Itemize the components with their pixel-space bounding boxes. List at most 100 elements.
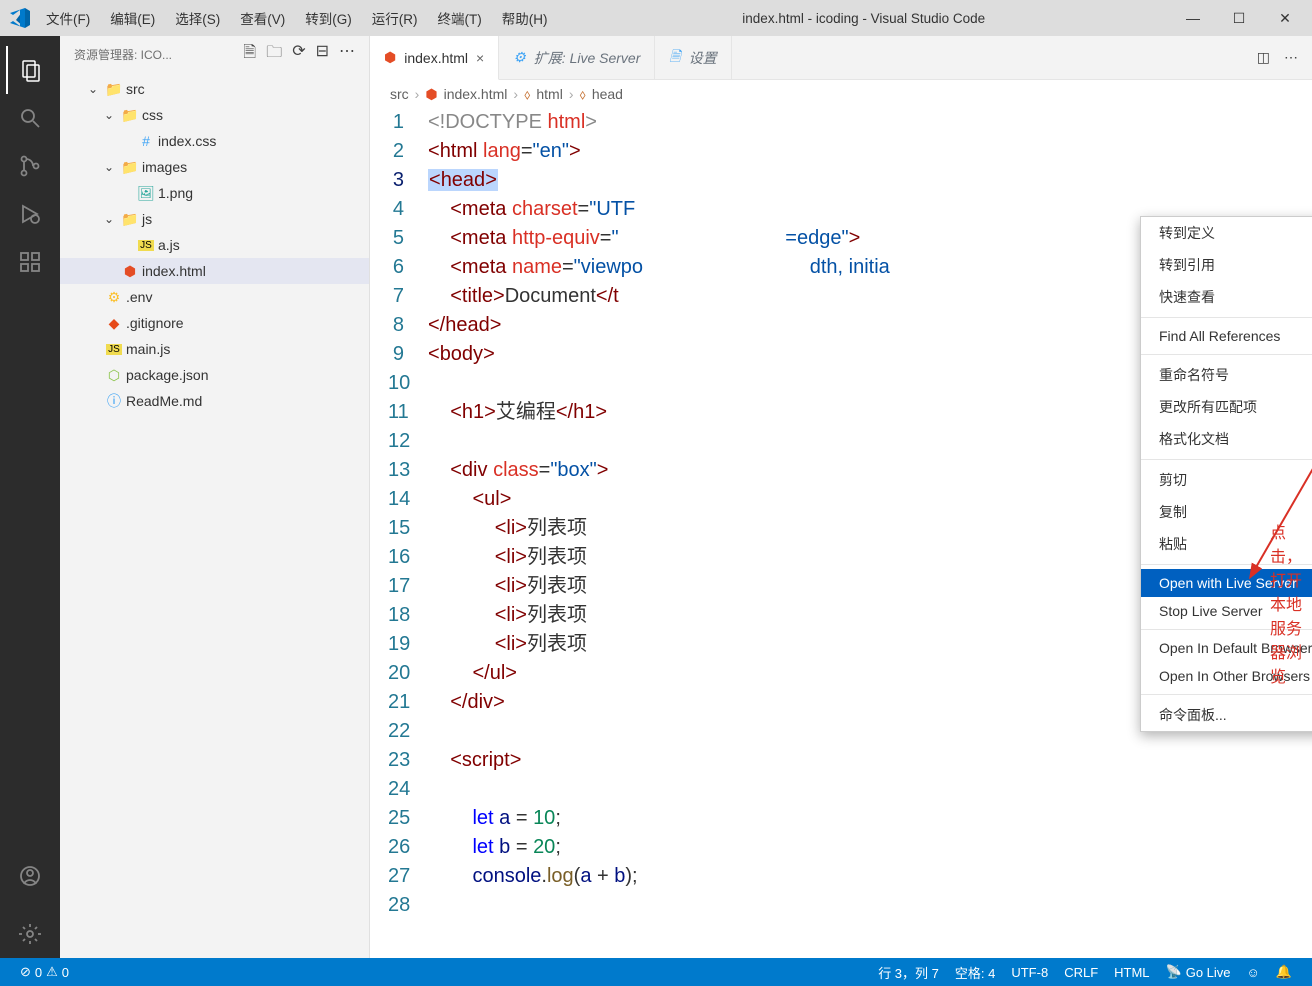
breadcrumb-item[interactable]: head — [592, 86, 623, 102]
file-tree: ⌄📁src ⌄📁css #index.css ⌄📁images 🖼1.png ⌄… — [60, 72, 369, 418]
context-menu-label: 命令面板... — [1159, 705, 1227, 725]
refresh-icon[interactable]: ⟳ — [292, 41, 305, 68]
menu-select[interactable]: 选择(S) — [165, 4, 230, 32]
window-minimize[interactable]: — — [1170, 0, 1216, 36]
editor-area: ⬢index.html× ⚙扩展: Live Server 🗎设置 ◫⋯ src… — [370, 36, 1312, 958]
tree-file-readme[interactable]: ⓘReadMe.md — [60, 388, 369, 414]
tree-file-gitignore[interactable]: ◆.gitignore — [60, 310, 369, 336]
status-bell-icon[interactable]: 🔔 — [1268, 963, 1300, 982]
context-menu-label: 快速查看 — [1159, 287, 1215, 307]
folder-icon: 📁 — [120, 211, 140, 228]
context-menu-item[interactable]: 重命名符号F2 — [1141, 359, 1312, 391]
sidebar-title: 资源管理器: ICO... — [74, 46, 172, 63]
tab-liveserver[interactable]: ⚙扩展: Live Server — [499, 36, 655, 80]
sidebar-header: 资源管理器: ICO... 🗎 🗀 ⟳ ⊟ ⋯ — [60, 36, 369, 72]
context-menu-separator — [1141, 354, 1312, 355]
activity-search[interactable] — [6, 94, 54, 142]
context-menu-label: 粘贴 — [1159, 534, 1187, 554]
window-close[interactable]: ✕ — [1262, 0, 1308, 36]
context-menu-separator — [1141, 317, 1312, 318]
info-icon: ⓘ — [104, 391, 124, 411]
tabbar: ⬢index.html× ⚙扩展: Live Server 🗎设置 ◫ ⋯ — [370, 36, 1312, 80]
status-spaces[interactable]: 空格: 4 — [947, 963, 1003, 982]
status-errors[interactable]: ⊘0 ⚠0 — [12, 964, 77, 980]
css-icon: # — [136, 133, 156, 149]
html5-icon: ⬢ — [425, 86, 437, 103]
context-menu-item[interactable]: 剪切Ctrl+X — [1141, 464, 1312, 496]
image-icon: 🖼 — [136, 185, 156, 202]
activity-extensions[interactable] — [6, 238, 54, 286]
more-icon[interactable]: ⋯ — [339, 41, 355, 68]
tree-file-ajs[interactable]: JSa.js — [60, 232, 369, 258]
more-actions-icon[interactable]: ⋯ — [1284, 49, 1298, 66]
breadcrumb-item[interactable]: html — [536, 86, 562, 102]
env-icon: ⚙ — [104, 289, 124, 306]
status-cursor-position[interactable]: 行 3，列 7 — [870, 963, 947, 982]
tree-file-1png[interactable]: 🖼1.png — [60, 180, 369, 206]
activity-run-debug[interactable] — [6, 190, 54, 238]
context-menu-label: 剪切 — [1159, 470, 1187, 490]
breadcrumb-item[interactable]: src — [390, 86, 409, 102]
status-eol[interactable]: CRLF — [1056, 963, 1106, 982]
activity-settings[interactable] — [6, 910, 54, 958]
tab-settings[interactable]: 🗎设置 — [655, 36, 731, 80]
context-menu-label: 格式化文档 — [1159, 429, 1229, 449]
menu-run[interactable]: 运行(R) — [362, 4, 428, 32]
context-menu-separator — [1141, 459, 1312, 460]
statusbar: ⊘0 ⚠0 行 3，列 7 空格: 4 UTF-8 CRLF HTML 📡 Go… — [0, 958, 1312, 986]
menu-edit[interactable]: 编辑(E) — [100, 4, 165, 32]
tree-folder-images[interactable]: ⌄📁images — [60, 154, 369, 180]
breadcrumb[interactable]: src› ⬢index.html› ⬨html› ⬨head — [370, 80, 1312, 108]
new-folder-icon[interactable]: 🗀 — [266, 41, 282, 68]
menu-file[interactable]: 文件(F) — [36, 4, 100, 32]
tree-folder-css[interactable]: ⌄📁css — [60, 102, 369, 128]
new-file-icon[interactable]: 🗎 — [243, 41, 256, 68]
activity-source-control[interactable] — [6, 142, 54, 190]
context-menu-label: Find All References — [1159, 328, 1280, 344]
tree-file-packagejson[interactable]: ⬡package.json — [60, 362, 369, 388]
tab-indexhtml[interactable]: ⬢index.html× — [370, 36, 499, 80]
gear-icon: ⚙ — [513, 49, 526, 66]
context-menu-item[interactable]: 格式化文档Shift+Alt+F — [1141, 423, 1312, 455]
context-menu-label: Stop Live Server — [1159, 603, 1263, 619]
html5-icon: ⬢ — [384, 49, 396, 66]
tree-folder-js[interactable]: ⌄📁js — [60, 206, 369, 232]
activitybar — [0, 36, 60, 958]
menu-goto[interactable]: 转到(G) — [295, 4, 362, 32]
context-menu-item[interactable]: 更改所有匹配项Ctrl+F2 — [1141, 391, 1312, 423]
context-menu-item[interactable]: 命令面板...Ctrl+Shift+P — [1141, 699, 1312, 731]
split-editor-icon[interactable]: ◫ — [1257, 49, 1270, 66]
context-menu-label: 重命名符号 — [1159, 365, 1229, 385]
tree-file-env[interactable]: ⚙.env — [60, 284, 369, 310]
menu-terminal[interactable]: 终端(T) — [428, 4, 492, 32]
context-menu-item[interactable]: 转到引用Shift+F12 — [1141, 249, 1312, 281]
window-title: index.html - icoding - Visual Studio Cod… — [558, 11, 1171, 26]
context-menu-label: 复制 — [1159, 502, 1187, 522]
js-icon: JS — [104, 344, 124, 355]
tree-file-indexhtml[interactable]: ⬢index.html — [60, 258, 369, 284]
folder-icon: 📁 — [104, 81, 124, 98]
close-icon[interactable]: × — [476, 50, 484, 66]
menu-view[interactable]: 查看(V) — [230, 4, 295, 32]
tree-file-indexcss[interactable]: #index.css — [60, 128, 369, 154]
context-menu-label: 转到定义 — [1159, 223, 1215, 243]
menu-help[interactable]: 帮助(H) — [492, 4, 558, 32]
tree-folder-src[interactable]: ⌄📁src — [60, 76, 369, 102]
tree-file-mainjs[interactable]: JSmain.js — [60, 336, 369, 362]
folder-icon: 📁 — [120, 159, 140, 176]
collapse-icon[interactable]: ⊟ — [316, 41, 329, 68]
status-language[interactable]: HTML — [1106, 963, 1157, 982]
element-icon: ⬨ — [580, 86, 586, 103]
status-encoding[interactable]: UTF-8 — [1003, 963, 1056, 982]
context-menu-item[interactable]: Find All ReferencesShift+Alt+F12 — [1141, 322, 1312, 350]
window-maximize[interactable]: ☐ — [1216, 0, 1262, 36]
html5-icon: ⬢ — [120, 263, 140, 280]
activity-accounts[interactable] — [6, 852, 54, 900]
context-menu-item[interactable]: 转到定义F12 — [1141, 217, 1312, 249]
breadcrumb-item[interactable]: index.html — [444, 86, 508, 102]
activity-explorer[interactable] — [6, 46, 54, 94]
status-golive[interactable]: 📡 Go Live — [1158, 963, 1239, 982]
gear-icon: 🗎 — [669, 46, 680, 70]
status-feedback-icon[interactable]: ☺ — [1239, 963, 1268, 982]
context-menu-item[interactable]: 快速查看› — [1141, 281, 1312, 313]
